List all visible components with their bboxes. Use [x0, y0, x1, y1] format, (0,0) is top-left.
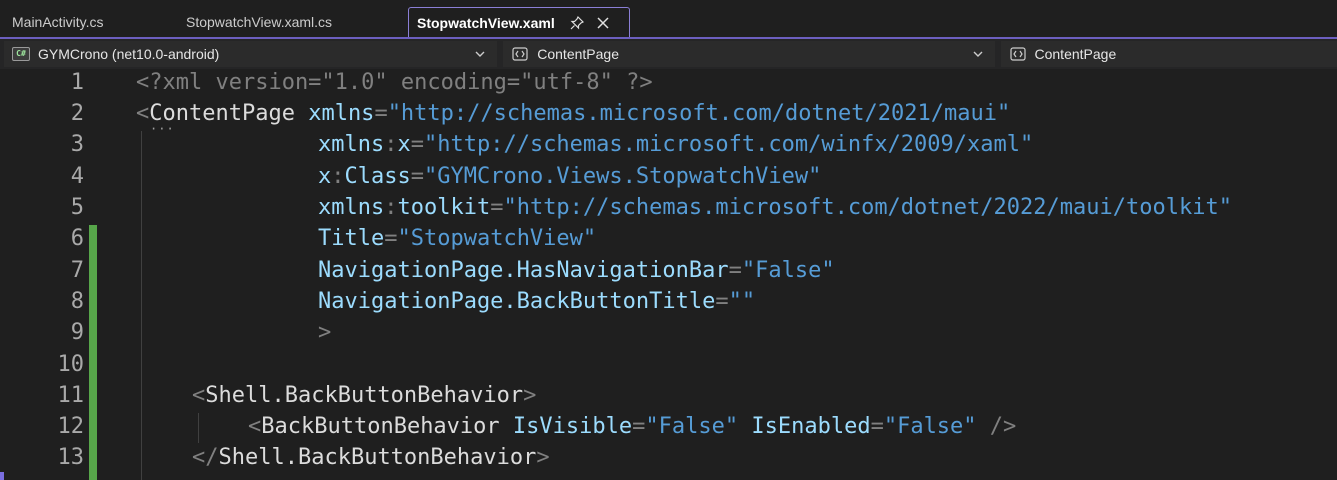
navigation-bar: C# GYMCrono (net10.0-android) ContentPag…	[0, 39, 1337, 69]
token: =	[632, 414, 646, 439]
tab-stopwatchview-xaml-cs[interactable]: StopwatchView.xaml.cs	[158, 7, 408, 37]
line-number: 1	[70, 70, 84, 95]
attribute-name: Class	[344, 164, 411, 189]
line-number: 13	[57, 445, 85, 470]
change-indicator	[89, 225, 97, 480]
token: =	[728, 258, 742, 283]
line-number: 4	[70, 164, 84, 189]
class-icon	[1009, 47, 1027, 61]
attribute-name: x	[397, 132, 411, 157]
class-icon	[511, 47, 529, 61]
tab-mainactivity[interactable]: MainActivity.cs	[0, 7, 158, 37]
line-number: 12	[57, 414, 85, 439]
token: <	[136, 101, 150, 126]
code-line-13: </Shell.BackButtonBehavior>	[192, 442, 550, 473]
csharp-icon: C#	[12, 47, 30, 61]
code-line-11: <Shell.BackButtonBehavior>	[192, 380, 536, 411]
project-label: GYMCrono (net10.0-android)	[38, 46, 220, 62]
attribute-value: "http://schemas.microsoft.com/dotnet/202…	[503, 195, 1232, 220]
token: </	[192, 445, 219, 470]
token: =	[384, 226, 398, 251]
token: =	[490, 195, 504, 220]
attribute-value: "http://schemas.microsoft.com/dotnet/202…	[387, 101, 1011, 126]
attribute-name: toolkit	[397, 195, 491, 220]
code-line-7: NavigationPage.HasNavigationBar="False"	[318, 255, 835, 286]
attribute-name: IsEnabled	[751, 414, 871, 439]
token: :	[384, 132, 398, 157]
attribute-value: "False"	[741, 258, 835, 283]
token: =	[374, 101, 388, 126]
attribute-name: Title	[318, 226, 385, 251]
document-tab-strip: MainActivity.cs StopwatchView.xaml.cs St…	[0, 0, 1337, 38]
attribute-name: NavigationPage.BackButtonTitle	[318, 289, 716, 314]
xml-declaration: <?xml version="1.0" encoding="utf-8" ?>	[136, 70, 653, 95]
line-number: 3	[70, 132, 84, 157]
code-line-12: <BackButtonBehavior IsVisible="False" Is…	[248, 411, 1016, 442]
attribute-value: "False"	[883, 414, 977, 439]
code-line-6: Title="StopwatchView"	[318, 223, 596, 254]
member-dropdown[interactable]: ContentPage	[1000, 41, 1337, 67]
token: =	[410, 132, 424, 157]
element-name: BackButtonBehavior	[261, 414, 500, 439]
attribute-name: x	[318, 164, 332, 189]
pin-icon[interactable]	[569, 15, 585, 31]
tab-stopwatchview-xaml[interactable]: StopwatchView.xaml	[408, 7, 630, 38]
code-line-8: NavigationPage.BackButtonTitle=""	[318, 286, 755, 317]
suggestion-dots: ···	[150, 122, 175, 136]
token: >	[318, 320, 332, 345]
code-line-5: xmlns:toolkit="http://schemas.microsoft.…	[318, 192, 1232, 223]
token: <	[192, 383, 206, 408]
attribute-name: xmlns	[318, 132, 385, 157]
token: =	[870, 414, 884, 439]
element-name: Shell.BackButtonBehavior	[218, 445, 537, 470]
code-line-2: <ContentPage xmlns="http://schemas.micro…	[136, 98, 1010, 129]
line-number: 6	[70, 226, 84, 251]
chevron-down-icon	[973, 51, 982, 57]
code-line-9: >	[318, 317, 331, 348]
tab-label: StopwatchView.xaml.cs	[186, 14, 333, 30]
code-editor[interactable]: 1 2 3 4 5 6 7 8 9 10 11 12 13 <?xml vers…	[0, 69, 1337, 480]
line-number: 9	[70, 320, 84, 345]
element-name: Shell.BackButtonBehavior	[205, 383, 524, 408]
token: />	[976, 414, 1017, 439]
token: <	[248, 414, 262, 439]
code-line-4: x:Class="GYMCrono.Views.StopwatchView"	[318, 161, 821, 192]
attribute-value: "StopwatchView"	[397, 226, 597, 251]
attribute-name: xmlns	[318, 195, 385, 220]
token: =	[410, 164, 424, 189]
attribute-name: IsVisible	[512, 414, 633, 439]
token: >	[536, 445, 550, 470]
token: :	[331, 164, 345, 189]
indent-guide	[198, 413, 199, 443]
line-number: 2	[70, 101, 84, 126]
tab-label: MainActivity.cs	[12, 14, 104, 30]
attribute-value: "False"	[645, 414, 739, 439]
chevron-down-icon	[475, 51, 485, 57]
member-label: ContentPage	[1034, 46, 1117, 62]
token: >	[523, 383, 537, 408]
line-number: 11	[57, 383, 85, 408]
type-dropdown[interactable]: ContentPage	[503, 41, 995, 67]
tab-label: StopwatchView.xaml	[417, 15, 555, 31]
attribute-value: "http://schemas.microsoft.com/winfx/2009…	[423, 132, 1034, 157]
token: =	[715, 289, 729, 314]
attribute-name: xmlns	[308, 101, 375, 126]
close-icon[interactable]	[595, 15, 611, 31]
line-number: 7	[70, 258, 84, 283]
line-number: 5	[70, 195, 84, 220]
indent-guide	[141, 131, 142, 480]
token: :	[384, 195, 398, 220]
line-number: 8	[70, 289, 84, 314]
attribute-value: "GYMCrono.Views.StopwatchView"	[423, 164, 822, 189]
code-line-3: xmlns:x="http://schemas.microsoft.com/wi…	[318, 129, 1033, 160]
line-number: 10	[57, 352, 85, 377]
project-dropdown[interactable]: C# GYMCrono (net10.0-android)	[4, 41, 498, 67]
attribute-value: ""	[728, 289, 756, 314]
attribute-name: NavigationPage.HasNavigationBar	[318, 258, 729, 283]
code-line-1: <?xml version="1.0" encoding="utf-8" ?>	[136, 67, 653, 98]
scroll-marker	[0, 472, 4, 480]
type-label: ContentPage	[537, 46, 619, 62]
